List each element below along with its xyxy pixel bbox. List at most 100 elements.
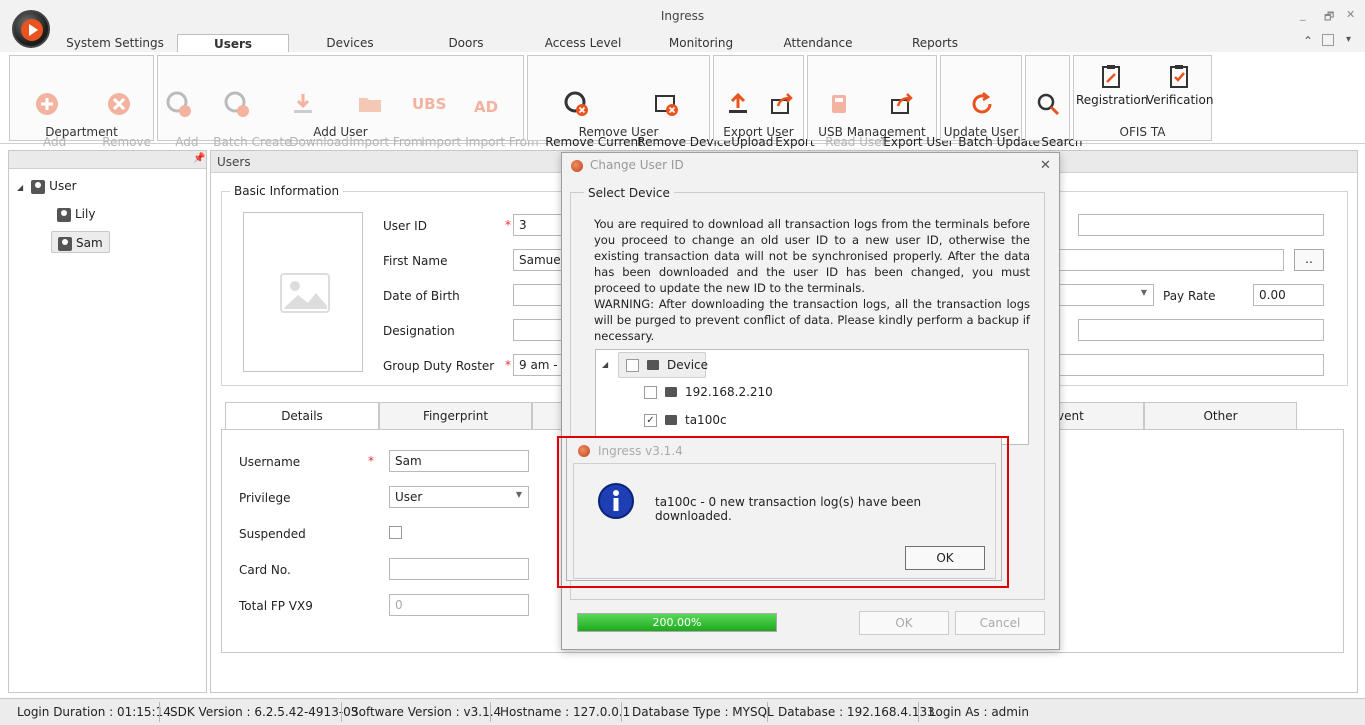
group-export-user: Upload User Export User Export User (713, 55, 815, 163)
tree-item-user[interactable]: ◢ User (17, 175, 77, 197)
right-field-2[interactable] (1078, 319, 1324, 341)
chevron-down-icon: ▼ (1140, 288, 1147, 297)
progress-text: 200.00% (652, 616, 702, 629)
dialog-ok-button[interactable]: OK (859, 611, 949, 635)
device-checkbox-ta100c[interactable]: ✓ (644, 414, 657, 427)
device-tree: ◢ Device 192.168.2.210 ✓ ta100c (595, 349, 1029, 445)
verification-button[interactable]: Verification (1146, 60, 1213, 107)
basic-info-legend: Basic Information (230, 184, 344, 198)
select-device-legend: Select Device (584, 186, 674, 200)
user-photo[interactable] (243, 212, 363, 372)
status-hostname: Hostname : 127.0.0.1 (500, 705, 631, 719)
status-bar: Login Duration : 01:15:14 SDK Version : … (0, 698, 1365, 725)
tab-system-settings[interactable]: System Settings (60, 34, 170, 54)
group-title-export-user: Export User (723, 125, 794, 139)
folder-icon (359, 98, 381, 112)
user-group-icon (31, 179, 46, 194)
expand-icon[interactable]: ◢ (17, 183, 23, 192)
ubs-icon: UBS (412, 95, 447, 113)
first-name-label: First Name (383, 254, 448, 268)
group-title-remove-user: Remove User (578, 125, 659, 139)
tab-monitoring[interactable]: Monitoring (655, 34, 747, 54)
device-icon (665, 415, 677, 425)
refresh-icon (972, 92, 992, 114)
tab-reports[interactable]: Reports (890, 34, 980, 54)
app-logo-icon[interactable] (12, 10, 50, 48)
group-ofis-ta: Registration Verification OFIS TA (1073, 55, 1213, 141)
search-icon (1037, 93, 1060, 116)
pin-icon[interactable]: 📌 (193, 153, 205, 164)
photo-path-field[interactable] (1040, 249, 1284, 271)
dialog-close-icon[interactable]: ✕ (1040, 158, 1051, 173)
username-field[interactable]: Sam (389, 450, 529, 472)
right-field-1[interactable] (1078, 214, 1324, 236)
status-separator (490, 702, 491, 722)
device-label[interactable]: 192.168.2.210 (685, 385, 773, 399)
ribbon-collapse-icon[interactable]: ⌃ (1303, 34, 1313, 48)
ad-icon: AD (473, 98, 499, 116)
roster-label: Group Duty Roster (383, 359, 495, 373)
status-separator (621, 702, 622, 722)
status-login-as: Login As : admin (929, 705, 1029, 719)
tab-users[interactable]: Users (177, 34, 289, 54)
chevron-down-icon: ▼ (515, 490, 522, 499)
tab-devices[interactable]: Devices (300, 34, 400, 54)
window-title: Ingress (660, 9, 705, 23)
total-fp-field: 0 (389, 594, 529, 616)
dialog-cancel-button[interactable]: Cancel (955, 611, 1045, 635)
device-root-node[interactable]: Device (618, 352, 709, 378)
card-no-label: Card No. (239, 563, 291, 577)
privilege-dropdown[interactable]: User ▼ (389, 486, 529, 508)
export-usb-icon (891, 93, 913, 114)
options-chevron-icon[interactable]: ▾ (1346, 34, 1351, 45)
right-field-3[interactable] (1040, 354, 1324, 376)
status-separator (767, 702, 768, 722)
group-update-user: Batch Update User Update User (940, 55, 1040, 163)
warning-text: WARNING: After downloading the transacti… (594, 297, 1030, 343)
registration-button[interactable]: Registration (1076, 60, 1148, 107)
download-icon (294, 94, 312, 113)
clipboard-check-icon (1170, 65, 1188, 88)
export-icon (771, 93, 793, 114)
close-icon[interactable]: ✕ (1346, 8, 1355, 21)
highlight-frame (557, 436, 1009, 588)
group-remove-user: Remove Current User Remove Device User R… (527, 55, 731, 163)
browse-button[interactable]: .. (1294, 249, 1324, 271)
add-user-icon (166, 91, 191, 117)
group-title-usb: USB Management (818, 125, 926, 139)
tab-attendance[interactable]: Attendance (770, 34, 866, 54)
tab-access-level[interactable]: Access Level (535, 34, 631, 54)
tab-doors[interactable]: Doors (420, 34, 512, 54)
tab-details[interactable]: Details (225, 402, 379, 430)
user-id-label: User ID (383, 219, 427, 233)
suspended-label: Suspended (239, 527, 306, 541)
status-separator (918, 702, 919, 722)
expand-icon[interactable]: ◢ (602, 360, 608, 369)
pay-rate-field[interactable]: 0.00 (1253, 284, 1324, 306)
layout-icon[interactable] (1322, 34, 1334, 46)
restore-icon[interactable]: 🗗 (1324, 8, 1334, 27)
clipboard-edit-icon (1102, 65, 1120, 88)
device-root-checkbox[interactable] (626, 359, 639, 372)
minimize-icon[interactable]: _ (1300, 8, 1306, 21)
designation-label: Designation (383, 324, 455, 338)
pay-rate-label: Pay Rate (1163, 289, 1216, 303)
group-title-add-user: Add User (313, 125, 368, 139)
required-marker: * (505, 358, 511, 372)
card-no-field[interactable] (389, 558, 529, 580)
device-root-label: Device (667, 358, 709, 372)
dialog-title: Change User ID (590, 158, 684, 172)
tab-other[interactable]: Other (1144, 402, 1297, 430)
total-fp-label: Total FP VX9 (239, 599, 313, 613)
device-label[interactable]: ta100c (685, 413, 727, 427)
add-circle-icon (36, 93, 58, 115)
tree-item-sam[interactable]: Sam (51, 231, 110, 253)
status-sdk-version: SDK Version : 6.2.5.42-4913-03 (170, 705, 359, 719)
device-checkbox-192-168-2-210[interactable] (644, 386, 657, 399)
suspended-checkbox[interactable] (389, 526, 402, 539)
remove-device-icon (655, 95, 678, 116)
tab-fingerprint[interactable]: Fingerprint (379, 402, 532, 430)
tree-item-lily[interactable]: Lily (57, 203, 95, 225)
group-department: Add Department Remove Department Departm… (9, 55, 157, 163)
batch-user-icon (224, 91, 249, 117)
